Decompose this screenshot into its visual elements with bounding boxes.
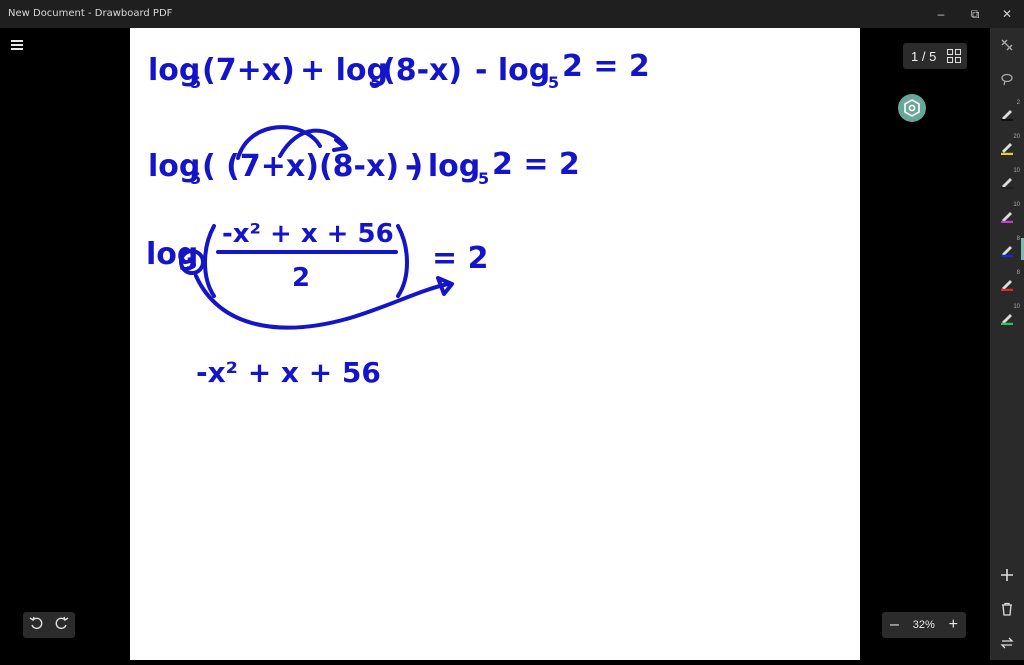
page-count: 1 / 5 bbox=[911, 48, 937, 64]
line3-left-paren bbox=[203, 224, 216, 298]
zoom-in-button[interactable]: + bbox=[949, 617, 958, 633]
highlighter-tool-icon[interactable]: 20 bbox=[990, 134, 1024, 160]
zoom-level: 32% bbox=[912, 619, 935, 631]
arrow-head-1 bbox=[332, 138, 348, 152]
line1-arg2: (8-x) bbox=[382, 53, 462, 88]
page-indicator[interactable]: 1 / 5 bbox=[903, 43, 967, 69]
line3-rhs: = 2 bbox=[432, 241, 488, 276]
tool-sidebar: 2 20 10 10 8 8 10 bbox=[990, 28, 1024, 660]
select-tool-icon[interactable] bbox=[990, 32, 1024, 58]
zoom-out-button[interactable]: – bbox=[890, 617, 899, 633]
minimize-button[interactable]: – bbox=[924, 4, 958, 24]
line2-log-base: 5 bbox=[190, 169, 201, 188]
zoom-control: – 32% + bbox=[882, 612, 966, 638]
line1-arg: (7+x) bbox=[202, 53, 295, 88]
line3-denominator: 2 bbox=[292, 263, 310, 293]
hamburger-menu-icon[interactable] bbox=[6, 36, 28, 54]
line1-log-base: 5 bbox=[190, 73, 201, 92]
title-bar: New Document - Drawboard PDF – ⧉ ✕ bbox=[0, 0, 1024, 28]
pen-tool-icon[interactable]: 2 bbox=[990, 100, 1024, 126]
pen-green-icon[interactable]: 10 bbox=[990, 304, 1024, 330]
pen-blue-icon[interactable]: 8 bbox=[990, 236, 1024, 262]
settings-hexagon-icon[interactable] bbox=[898, 94, 926, 122]
line3-numerator: -x² + x + 56 bbox=[222, 219, 394, 249]
line1-log3-base: 5 bbox=[548, 73, 559, 92]
window-title: New Document - Drawboard PDF bbox=[8, 8, 173, 19]
line3-right-paren bbox=[396, 224, 409, 298]
handwriting-canvas: log 5 (7+x) + log 5 (8-x) - log 5 2 = 2 … bbox=[146, 49, 650, 389]
add-icon[interactable] bbox=[990, 562, 1024, 588]
redo-icon[interactable] bbox=[55, 616, 69, 635]
line2-minus-log: - log bbox=[405, 149, 480, 184]
line3-log-base: 5 bbox=[186, 254, 197, 273]
trash-icon[interactable] bbox=[990, 596, 1024, 622]
swap-sides-icon[interactable] bbox=[990, 630, 1024, 656]
line1-rhs: 2 = 2 bbox=[562, 49, 650, 84]
line2-rhs: 2 = 2 bbox=[492, 147, 580, 182]
undo-redo-group bbox=[23, 612, 75, 638]
close-button[interactable]: ✕ bbox=[990, 4, 1024, 24]
page-grid-icon[interactable] bbox=[947, 49, 961, 63]
line2-arg: ( (7+x)(8-x) ) bbox=[202, 149, 423, 184]
line1-minus-log: - log bbox=[475, 53, 550, 88]
line2-log2-base: 5 bbox=[478, 169, 489, 188]
pen-red-icon[interactable]: 8 bbox=[990, 270, 1024, 296]
lasso-tool-icon[interactable] bbox=[990, 66, 1024, 92]
line1-log2-base: 5 bbox=[370, 73, 381, 92]
pen-tool-2-icon[interactable]: 10 bbox=[990, 168, 1024, 194]
restore-button[interactable]: ⧉ bbox=[958, 4, 992, 24]
document-page[interactable]: log 5 (7+x) + log 5 (8-x) - log 5 2 = 2 … bbox=[130, 28, 860, 660]
line4-expression: -x² + x + 56 bbox=[196, 356, 381, 389]
pen-purple-icon[interactable]: 10 bbox=[990, 202, 1024, 228]
base-swap-arrow bbox=[194, 274, 450, 330]
undo-icon[interactable] bbox=[29, 616, 43, 635]
